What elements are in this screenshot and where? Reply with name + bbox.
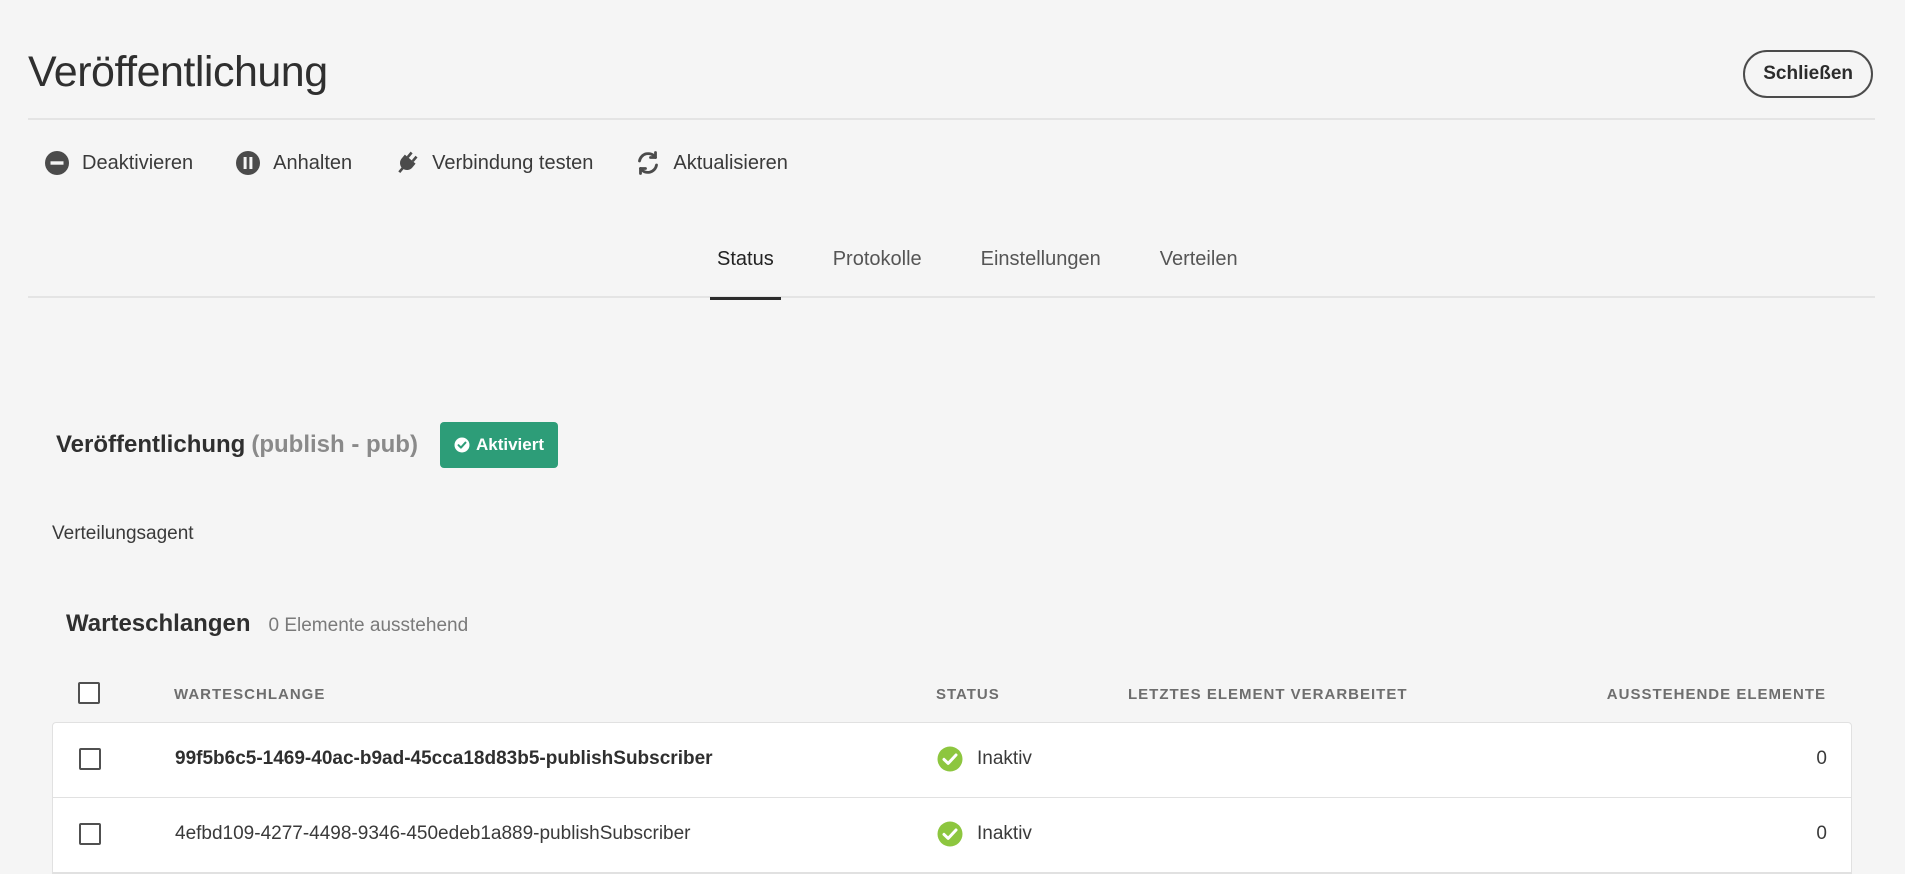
- agent-heading: Veröffentlichung (publish - pub) Aktivie…: [56, 422, 558, 468]
- test-connection-label: Verbindung testen: [432, 151, 594, 174]
- queue-status: Inaktiv: [937, 746, 1032, 772]
- tab-protokolle[interactable]: Protokolle: [826, 240, 929, 298]
- page-header: Veröffentlichung Schließen: [28, 48, 1875, 120]
- column-header-pending[interactable]: AUSSTEHENDE ELEMENTE: [1607, 686, 1826, 703]
- select-all-checkbox[interactable]: [78, 682, 100, 704]
- queue-status-label: Inaktiv: [977, 823, 1032, 844]
- tab-bar: Status Protokolle Einstellungen Verteile…: [28, 240, 1875, 300]
- refresh-button[interactable]: Aktualisieren: [635, 150, 788, 176]
- agent-subtitle: (publish - pub): [251, 431, 418, 458]
- row-checkbox[interactable]: [79, 748, 101, 770]
- agent-title: Veröffentlichung: [56, 431, 246, 458]
- deactivate-label: Deaktivieren: [82, 151, 194, 174]
- tab-verteilen[interactable]: Verteilen: [1153, 240, 1245, 298]
- pause-button[interactable]: Anhalten: [235, 150, 352, 176]
- tab-einstellungen[interactable]: Einstellungen: [974, 240, 1108, 298]
- table-row[interactable]: 99f5b6c5-1469-40ac-b9ad-45cca18d83b5-pub…: [53, 723, 1851, 798]
- queues-title: Warteschlangen: [66, 610, 251, 637]
- action-toolbar: Deaktivieren Anhalten Verbindung testen: [44, 146, 830, 180]
- tab-status[interactable]: Status: [710, 240, 781, 300]
- queue-name[interactable]: 4efbd109-4277-4498-9346-450edeb1a889-pub…: [175, 823, 691, 845]
- agent-type: Verteilungsagent: [52, 523, 194, 544]
- queue-pending-count: 0: [1816, 748, 1827, 769]
- queues-pending-count: 0 Elemente ausstehend: [268, 615, 469, 636]
- close-button[interactable]: Schließen: [1743, 50, 1873, 98]
- queues-heading: Warteschlangen 0 Elemente ausstehend: [66, 610, 468, 638]
- table-row[interactable]: 4efbd109-4277-4498-9346-450edeb1a889-pub…: [53, 798, 1851, 873]
- page-title: Veröffentlichung: [28, 48, 328, 96]
- table-header: WARTESCHLANGE STATUS LETZTES ELEMENT VER…: [52, 668, 1852, 722]
- queue-pending-count: 0: [1816, 823, 1827, 844]
- status-badge-label: Aktiviert: [475, 435, 544, 454]
- queue-name[interactable]: 99f5b6c5-1469-40ac-b9ad-45cca18d83b5-pub…: [175, 748, 713, 770]
- plug-icon: [394, 150, 420, 176]
- refresh-label: Aktualisieren: [673, 151, 788, 174]
- minus-circle-icon: [44, 150, 70, 176]
- refresh-icon: [635, 150, 661, 176]
- queue-status: Inaktiv: [937, 821, 1032, 847]
- status-check-icon: [937, 746, 963, 772]
- check-circle-icon: [454, 437, 470, 453]
- table-body: 99f5b6c5-1469-40ac-b9ad-45cca18d83b5-pub…: [52, 722, 1852, 874]
- column-header-queue[interactable]: WARTESCHLANGE: [174, 686, 325, 703]
- column-header-last-processed[interactable]: LETZTES ELEMENT VERARBEITET: [1128, 686, 1408, 703]
- pause-circle-icon: [235, 150, 261, 176]
- column-header-status[interactable]: STATUS: [936, 686, 1000, 703]
- status-check-icon: [937, 821, 963, 847]
- queues-table: WARTESCHLANGE STATUS LETZTES ELEMENT VER…: [52, 668, 1852, 874]
- deactivate-button[interactable]: Deaktivieren: [44, 150, 193, 176]
- status-badge: Aktiviert: [439, 422, 558, 468]
- pause-label: Anhalten: [273, 151, 353, 174]
- row-checkbox[interactable]: [79, 823, 101, 845]
- publish-agent-page: Veröffentlichung Schließen Deaktivieren …: [0, 0, 1905, 874]
- test-connection-button[interactable]: Verbindung testen: [394, 150, 593, 176]
- queue-status-label: Inaktiv: [977, 748, 1032, 769]
